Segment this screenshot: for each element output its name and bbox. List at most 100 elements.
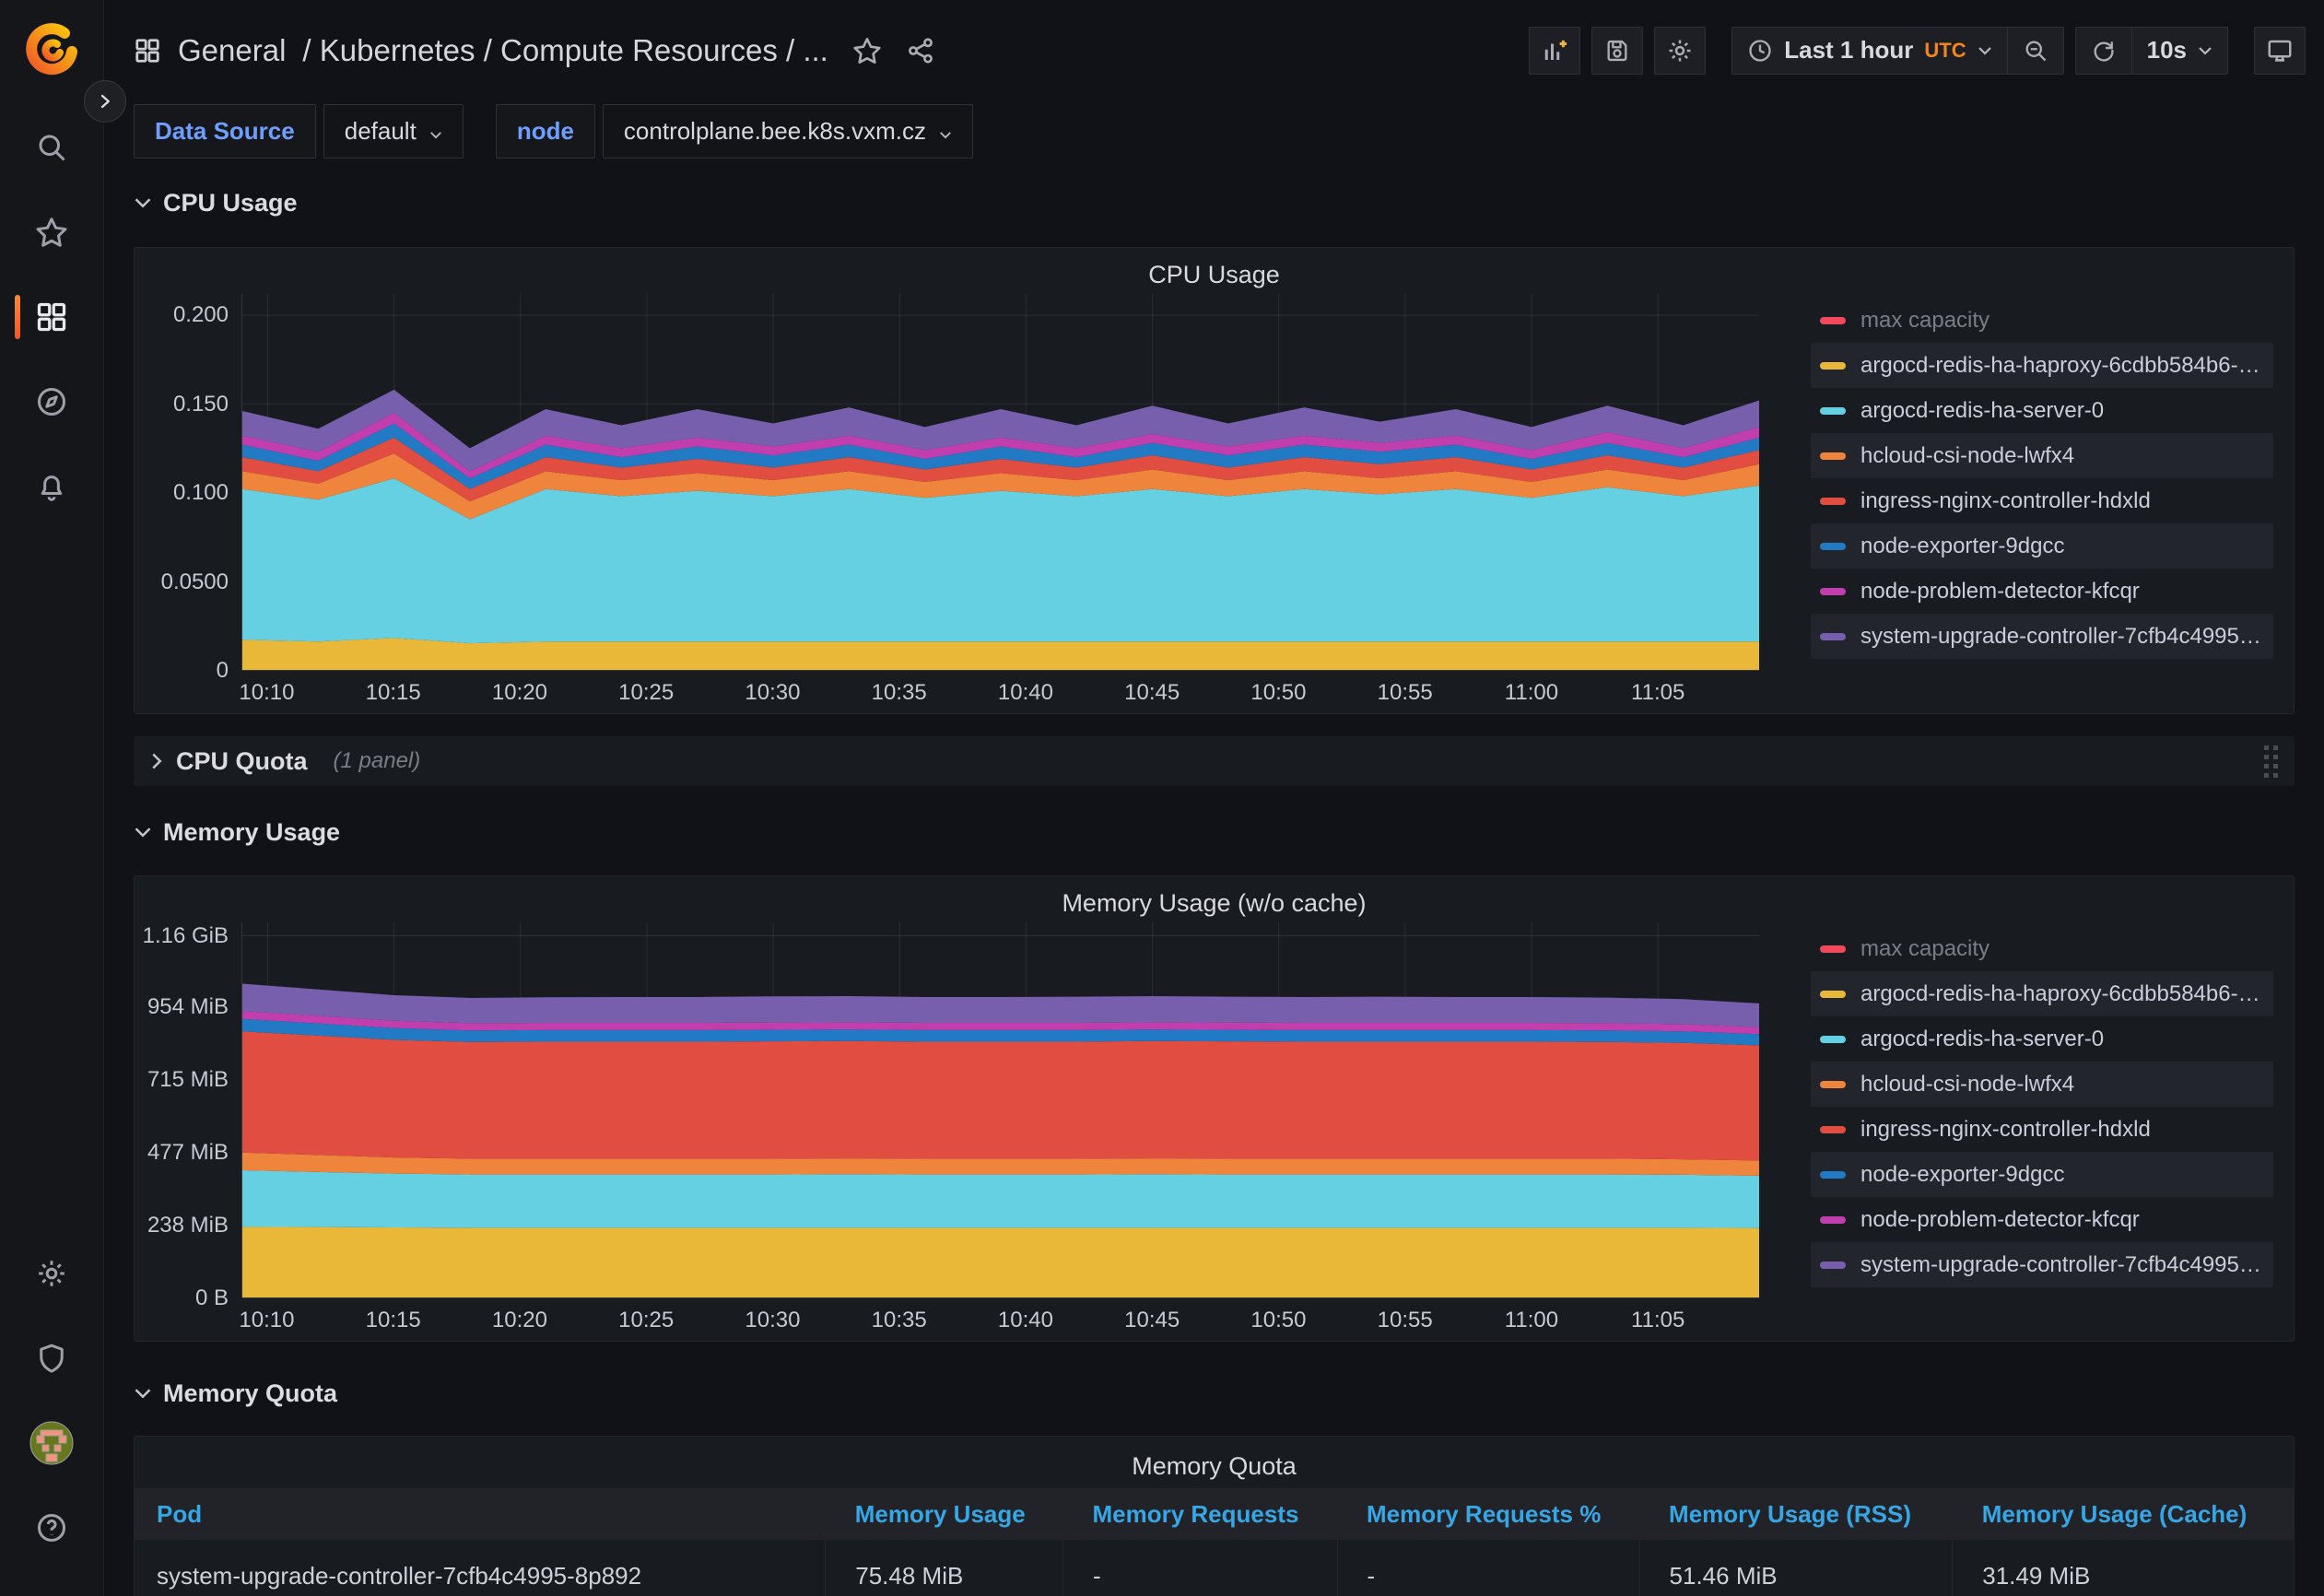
legend-item[interactable]: argocd-redis-ha-server-0: [1811, 388, 2273, 433]
legend-item[interactable]: ingress-nginx-controller-hdxld: [1811, 1107, 2273, 1152]
row-drag-handle[interactable]: [2264, 745, 2278, 778]
legend-item[interactable]: hcloud-csi-node-lwfx4: [1811, 433, 2273, 478]
sidebar-item-explore[interactable]: [0, 359, 104, 444]
time-range-picker[interactable]: Last 1 hour UTC: [1732, 28, 2006, 74]
help-icon: [35, 1511, 68, 1544]
sidebar-item-settings[interactable]: [0, 1231, 104, 1316]
breadcrumb-path[interactable]: / Kubernetes / Compute Resources / ...: [302, 33, 827, 68]
x-axis-tick-label: 10:20: [492, 1308, 547, 1333]
legend-item[interactable]: node-exporter-9dgcc: [1811, 1152, 2273, 1197]
legend-item[interactable]: system-upgrade-controller-7cfb4c4995-8p8…: [1811, 614, 2273, 659]
legend-swatch: [1820, 498, 1846, 505]
legend-item[interactable]: node-problem-detector-kfcqr: [1811, 1197, 2273, 1242]
column-header[interactable]: Memory Usage (RSS): [1639, 1488, 1953, 1540]
refresh-button[interactable]: [2076, 28, 2131, 74]
cycle-view-mode-button[interactable]: [2254, 27, 2306, 75]
dashboard-settings-button[interactable]: [1654, 27, 1706, 75]
memory-quota-table: PodMemory UsageMemory RequestsMemory Req…: [135, 1488, 2294, 1596]
dashboard-variables: Data Source default node controlplane.be…: [104, 100, 2324, 158]
section-memory-usage[interactable]: Memory Usage: [134, 812, 2295, 852]
sidebar-item-profile[interactable]: [0, 1401, 104, 1485]
breadcrumb-root[interactable]: General: [178, 33, 286, 68]
legend-item[interactable]: ingress-nginx-controller-hdxld: [1811, 478, 2273, 523]
table-cell: 75.48 MiB: [826, 1540, 1063, 1596]
section-cpu-usage[interactable]: CPU Usage: [134, 182, 2295, 223]
y-axis-tick-label: 0: [217, 658, 229, 684]
datasource-label-chip: Data Source: [134, 104, 316, 158]
main-area: General / Kubernetes / Compute Resources…: [104, 0, 2324, 1596]
legend-swatch: [1820, 317, 1846, 324]
x-axis-tick-label: 10:40: [998, 680, 1053, 706]
legend-item[interactable]: argocd-redis-ha-haproxy-6cdbb584b6-z72nt: [1811, 971, 2273, 1016]
save-dashboard-button[interactable]: [1591, 27, 1643, 75]
share-dashboard-button[interactable]: [906, 36, 935, 65]
legend-item[interactable]: hcloud-csi-node-lwfx4: [1811, 1062, 2273, 1107]
y-axis: 0 B238 MiB477 MiB715 MiB954 MiB1.16 GiB: [146, 922, 241, 1298]
sidebar-item-alerting[interactable]: [0, 444, 104, 529]
refresh-interval-dropdown[interactable]: 10s: [2132, 28, 2227, 74]
x-axis-tick-label: 10:30: [745, 680, 800, 706]
chart-body: 0 B238 MiB477 MiB715 MiB954 MiB1.16 GiB …: [146, 922, 2283, 1335]
column-header[interactable]: Memory Requests %: [1337, 1488, 1639, 1540]
legend-swatch: [1820, 588, 1846, 595]
memory-usage-panel: Memory Usage (w/o cache) 0 B238 MiB477 M…: [134, 875, 2295, 1342]
breadcrumb[interactable]: General / Kubernetes / Compute Resources…: [134, 33, 828, 68]
node-value-dropdown[interactable]: controlplane.bee.k8s.vxm.cz: [603, 104, 973, 158]
section-memory-quota[interactable]: Memory Quota: [134, 1373, 2295, 1414]
chart-plot-area[interactable]: [241, 922, 1759, 1298]
legend-item[interactable]: argocd-redis-ha-server-0: [1811, 1016, 2273, 1062]
legend-swatch: [1820, 1262, 1846, 1269]
gear-icon: [35, 1257, 68, 1290]
legend-label: node-problem-detector-kfcqr: [1860, 1207, 2140, 1233]
legend-item[interactable]: node-exporter-9dgcc: [1811, 523, 2273, 569]
legend-item[interactable]: max capacity: [1811, 926, 2273, 971]
sidebar: [0, 0, 104, 1596]
x-axis-tick-label: 10:40: [998, 1308, 1053, 1333]
chart-plot-area[interactable]: [241, 294, 1759, 671]
timezone-label: UTC: [1924, 39, 1966, 63]
legend-item[interactable]: node-problem-detector-kfcqr: [1811, 569, 2273, 614]
x-axis-tick-label: 10:55: [1378, 1308, 1433, 1333]
table-cell: 51.46 MiB: [1639, 1540, 1953, 1596]
panel-title[interactable]: CPU Usage: [146, 255, 2283, 294]
cpu-usage-panel: CPU Usage 00.05000.1000.1500.200 10:1010…: [134, 247, 2295, 714]
variable-datasource: Data Source default: [134, 104, 464, 158]
section-title: CPU Usage: [163, 189, 298, 217]
legend-label: argocd-redis-ha-haproxy-6cdbb584b6-z72nt: [1860, 981, 2264, 1007]
chart-legend: max capacityargocd-redis-ha-haproxy-6cdb…: [1759, 294, 2283, 708]
expand-sidebar-button[interactable]: [84, 80, 126, 123]
clock-icon: [1747, 38, 1773, 64]
panel-title[interactable]: Memory Usage (w/o cache): [146, 884, 2283, 922]
column-header[interactable]: Memory Usage (Cache): [1953, 1488, 2294, 1540]
sidebar-item-dashboards[interactable]: [0, 275, 104, 359]
sidebar-item-help[interactable]: [0, 1485, 104, 1570]
dashboard-grid-icon: [134, 37, 161, 65]
column-header[interactable]: Memory Requests: [1062, 1488, 1337, 1540]
column-header[interactable]: Pod: [135, 1488, 826, 1540]
x-axis-tick-label: 10:15: [366, 1308, 421, 1333]
y-axis-tick-label: 1.16 GiB: [143, 923, 229, 949]
add-panel-icon: [1541, 37, 1568, 65]
add-panel-button[interactable]: [1529, 27, 1580, 75]
star-dashboard-button[interactable]: [852, 36, 882, 65]
legend-swatch: [1820, 452, 1846, 460]
legend-item[interactable]: system-upgrade-controller-7cfb4c4995-8p8…: [1811, 1242, 2273, 1287]
time-range-label: Last 1 hour: [1784, 36, 1913, 65]
toolbar: Last 1 hour UTC: [1529, 27, 2306, 75]
zoom-out-button[interactable]: [2008, 28, 2063, 74]
legend-item[interactable]: max capacity: [1811, 298, 2273, 343]
panel-title[interactable]: Memory Quota: [135, 1444, 2294, 1488]
area-series: [242, 1170, 1759, 1228]
active-indicator: [15, 295, 20, 339]
section-cpu-quota[interactable]: CPU Quota (1 panel): [134, 736, 2295, 786]
table-row[interactable]: system-upgrade-controller-7cfb4c4995-8p8…: [135, 1540, 2294, 1596]
column-header[interactable]: Memory Usage: [826, 1488, 1063, 1540]
variable-node: node controlplane.bee.k8s.vxm.cz: [496, 104, 973, 158]
grafana-logo[interactable]: [15, 13, 88, 87]
sidebar-item-search[interactable]: [0, 105, 104, 190]
x-axis-tick-label: 10:50: [1250, 680, 1306, 706]
datasource-value-dropdown[interactable]: default: [323, 104, 464, 158]
legend-item[interactable]: argocd-redis-ha-haproxy-6cdbb584b6-z72nt: [1811, 343, 2273, 388]
sidebar-item-server-admin[interactable]: [0, 1316, 104, 1401]
sidebar-item-starred[interactable]: [0, 190, 104, 275]
